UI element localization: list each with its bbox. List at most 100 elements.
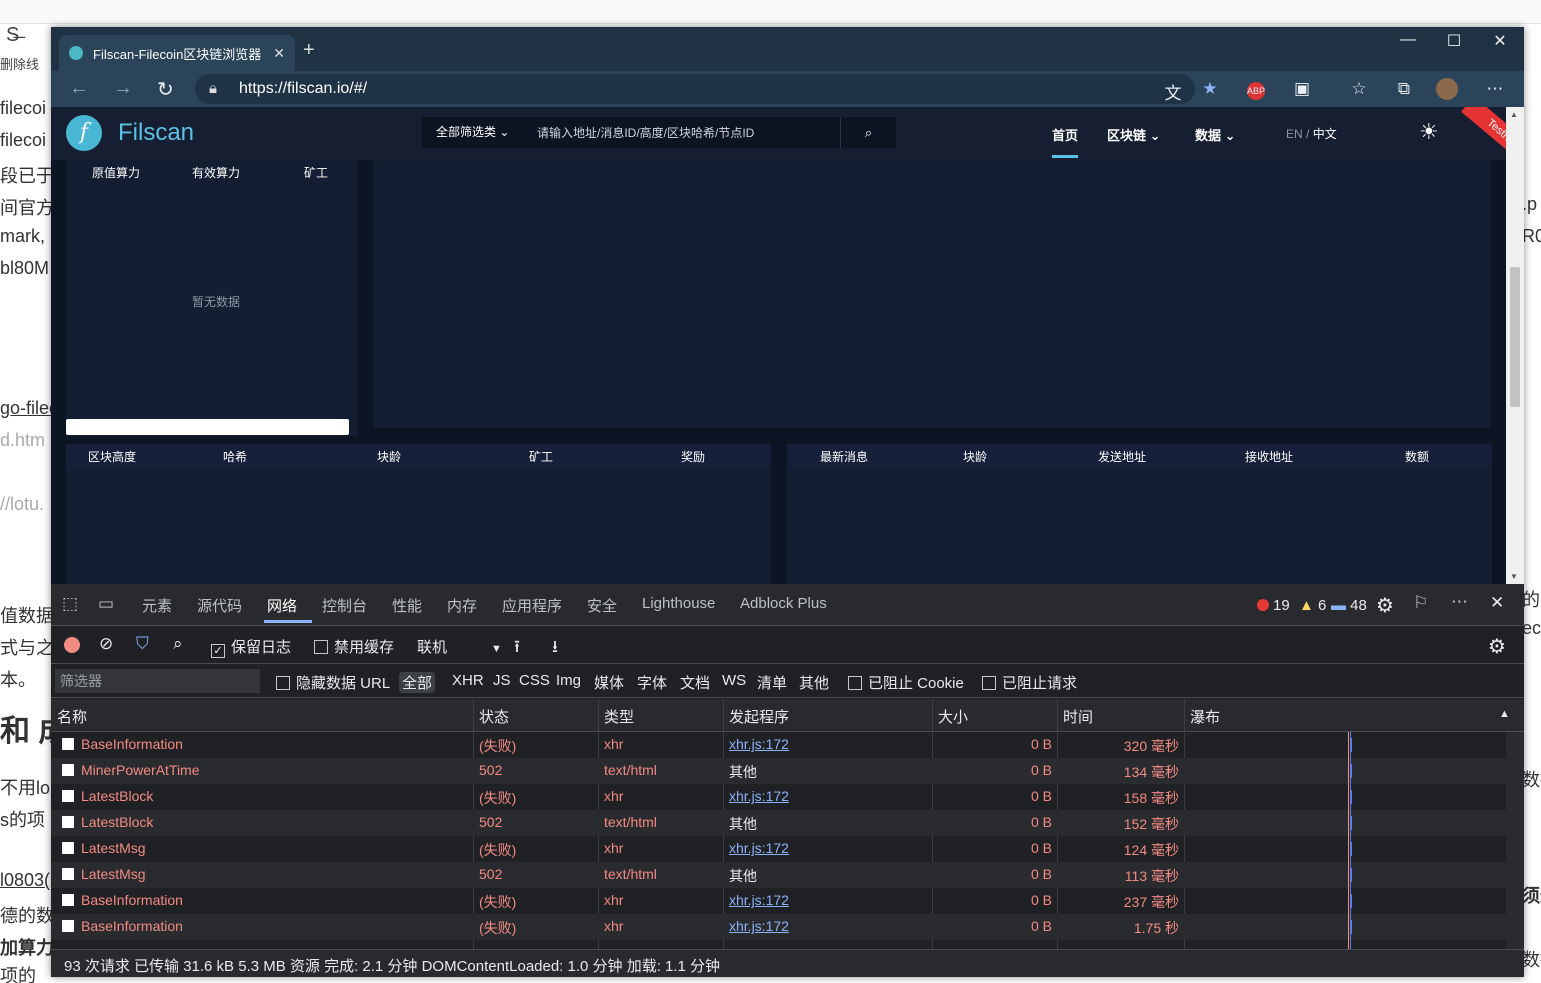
filter-type-doc[interactable]: 文档	[680, 672, 710, 693]
device-toolbar-icon[interactable]: ▭	[98, 594, 114, 614]
request-initiator[interactable]: xhr.js:172	[729, 736, 789, 752]
minimize-button[interactable]: —	[1393, 31, 1423, 49]
sort-ascending-icon[interactable]: ▲	[1499, 708, 1510, 720]
info-count-badge[interactable]: ▬ 48	[1331, 597, 1367, 614]
request-name[interactable]: LatestBlock	[81, 814, 153, 830]
adblock-icon[interactable]: ABP	[1247, 82, 1265, 100]
back-arrow-icon[interactable]: ←	[69, 77, 89, 100]
bg-link-fragment[interactable]: go-filec	[0, 398, 58, 419]
nav-data[interactable]: 数据 ⌄	[1195, 125, 1236, 144]
filter-type-ws[interactable]: WS	[722, 672, 746, 689]
filter-type-xhr[interactable]: XHR	[452, 672, 484, 689]
tab-performance[interactable]: 性能	[392, 595, 422, 616]
tab-console[interactable]: 控制台	[322, 595, 367, 616]
checkbox-unchecked[interactable]	[982, 676, 996, 690]
more-menu-icon[interactable]: ⋯	[1483, 79, 1507, 99]
collections-icon[interactable]: ⧉	[1392, 79, 1416, 99]
refresh-icon[interactable]: ↻	[157, 77, 174, 102]
filter-type-manifest[interactable]: 清单	[757, 672, 787, 693]
filter-type-other[interactable]: 其他	[799, 672, 829, 693]
hide-data-url-checkbox[interactable]: 隐藏数据 URL	[276, 672, 390, 693]
checkbox-unchecked[interactable]	[848, 676, 862, 690]
tab-lighthouse[interactable]: Lighthouse	[642, 595, 715, 612]
tab-network[interactable]: 网络	[267, 595, 297, 616]
lang-zh[interactable]: 中文	[1313, 127, 1337, 141]
request-name[interactable]: BaseInformation	[81, 736, 183, 752]
favorites-list-icon[interactable]: ☆	[1347, 79, 1371, 99]
record-button[interactable]	[64, 637, 80, 653]
forward-arrow-icon[interactable]: →	[113, 77, 133, 100]
import-har-icon[interactable]: ⭱	[514, 634, 520, 663]
preserve-log-checkbox[interactable]: ✓ 保留日志	[211, 636, 291, 658]
blocked-requests-checkbox[interactable]: 已阻止请求	[982, 672, 1077, 693]
profile-avatar[interactable]	[1436, 78, 1458, 100]
horizontal-scrollbar[interactable]	[66, 419, 349, 435]
new-tab-button[interactable]: +	[303, 39, 315, 62]
sun-theme-icon[interactable]: ☀	[1419, 119, 1439, 145]
tab-application[interactable]: 应用程序	[502, 595, 562, 616]
network-table-scrollbar[interactable]	[1506, 732, 1524, 949]
lock-icon[interactable]: 🔒︎	[209, 80, 217, 97]
nav-blockchain[interactable]: 区块链 ⌄	[1107, 125, 1161, 144]
language-switch[interactable]: EN / 中文	[1286, 125, 1337, 142]
error-count-badge[interactable]: 19	[1257, 597, 1290, 614]
checkbox-unchecked[interactable]	[314, 640, 328, 654]
warning-count-badge[interactable]: ▲ 6	[1299, 597, 1326, 614]
filter-type-css[interactable]: CSS	[519, 672, 550, 689]
table-row[interactable]: BaseInformation (失败) xhr xhr.js:172 0 B 237 毫…	[51, 888, 1506, 914]
bg-link-fragment[interactable]: l0803(	[0, 870, 50, 891]
col-waterfall[interactable]: 瀑布	[1190, 706, 1220, 727]
url-field[interactable]: 🔒︎ https://filscan.io/#/	[195, 74, 1195, 104]
request-initiator[interactable]: xhr.js:172	[729, 840, 789, 856]
disable-cache-checkbox[interactable]: 禁用缓存	[314, 636, 394, 657]
page-scroll-thumb[interactable]	[1510, 267, 1520, 407]
request-initiator[interactable]: xhr.js:172	[729, 918, 789, 934]
tab-sources[interactable]: 源代码	[197, 595, 242, 616]
search-icon[interactable]: ⌕	[173, 634, 183, 654]
nav-home[interactable]: 首页	[1052, 125, 1079, 158]
tab-elements[interactable]: 元素	[142, 595, 172, 616]
close-tab-icon[interactable]: ✕	[273, 45, 285, 62]
feedback-icon[interactable]: ⚐	[1413, 593, 1428, 613]
search-input[interactable]	[525, 117, 840, 148]
tab-memory[interactable]: 内存	[447, 595, 477, 616]
table-row[interactable]: LatestMsg 502 text/html 其他 0 B 113 毫秒	[51, 862, 1506, 888]
checkbox-checked[interactable]: ✓	[211, 644, 225, 658]
request-name[interactable]: MinerPowerAtTime	[81, 762, 200, 778]
col-size[interactable]: 大小	[938, 706, 968, 727]
throttling-select[interactable]: 联机 ▼	[417, 636, 502, 657]
request-initiator[interactable]: xhr.js:172	[729, 788, 789, 804]
url-text[interactable]: https://filscan.io/#/	[239, 80, 367, 98]
search-icon[interactable]: ⌕	[840, 117, 896, 148]
search-filter-select[interactable]: 全部筛选类 ⌄	[422, 117, 525, 148]
maximize-button[interactable]: ☐	[1439, 31, 1469, 51]
table-row[interactable]: MinerPowerAtTime 502 text/html 其他 0 B 134 毫秒	[51, 758, 1506, 784]
close-window-button[interactable]: ✕	[1485, 31, 1515, 51]
table-row[interactable]: LatestMsg (失败) xhr xhr.js:172 0 B 124 毫秒	[51, 836, 1506, 862]
table-row[interactable]: BaseInformation (失败) xhr xhr.js:172 0 B 1.75 …	[51, 914, 1506, 940]
clear-icon[interactable]: ⊘	[99, 634, 113, 654]
request-name[interactable]: LatestBlock	[81, 788, 153, 804]
scroll-down-icon[interactable]: ▼	[1510, 572, 1518, 581]
checkbox-unchecked[interactable]	[276, 676, 290, 690]
col-initiator[interactable]: 发起程序	[729, 706, 789, 727]
request-name[interactable]: LatestMsg	[81, 866, 146, 882]
settings-gear-icon[interactable]: ⚙	[1376, 593, 1394, 618]
tab-adblock-plus[interactable]: Adblock Plus	[740, 595, 827, 612]
strikethrough-icon[interactable]: S̶	[6, 24, 19, 47]
col-status[interactable]: 状态	[479, 706, 509, 727]
export-har-icon[interactable]: ⭳	[552, 634, 558, 663]
request-initiator[interactable]: xhr.js:172	[729, 892, 789, 908]
browser-tab[interactable]: Filscan-Filecoin区块链浏览器 ✕	[59, 35, 295, 71]
page-scrollbar[interactable]: ▲ ▼	[1506, 107, 1524, 584]
translate-icon[interactable]: 文	[1161, 79, 1185, 104]
col-type[interactable]: 类型	[604, 706, 634, 727]
blocked-cookies-checkbox[interactable]: 已阻止 Cookie	[848, 672, 964, 693]
site-logo-text[interactable]: Filscan	[118, 119, 194, 147]
lang-en[interactable]: EN	[1286, 127, 1303, 141]
filter-type-js[interactable]: JS	[493, 672, 511, 689]
network-settings-gear-icon[interactable]: ⚙	[1488, 634, 1506, 659]
favorite-star-icon[interactable]: ★	[1198, 79, 1222, 99]
table-row[interactable]: LatestBlock 502 text/html 其他 0 B 152 毫秒	[51, 810, 1506, 836]
filscan-logo-icon[interactable]: f	[66, 115, 102, 151]
